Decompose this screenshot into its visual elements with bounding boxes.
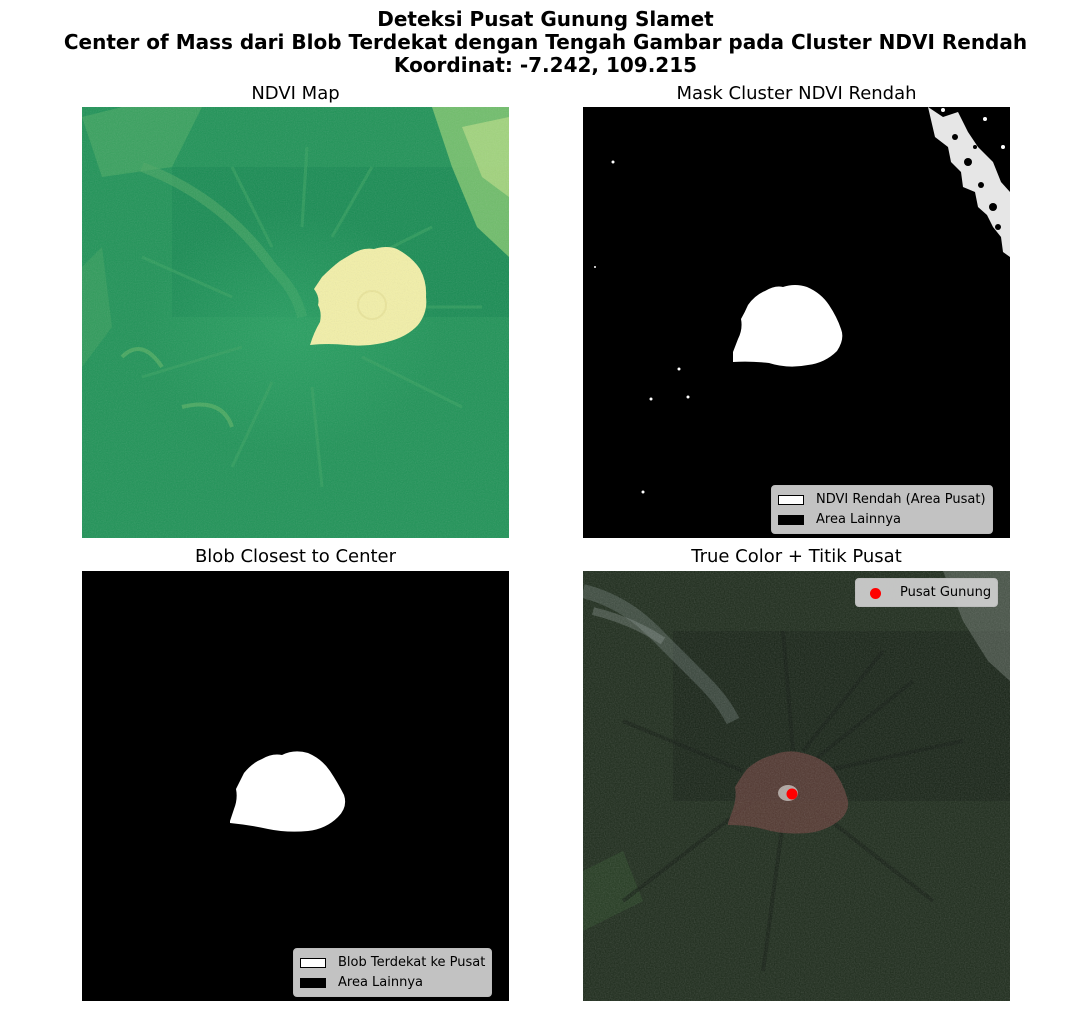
true-color-image	[583, 571, 1010, 1001]
blob-closest-image	[82, 571, 509, 1001]
blob-closest-legend: Blob Terdekat ke Pusat Area Lainnya	[293, 948, 493, 997]
legend-label: Area Lainnya	[338, 975, 424, 990]
figure-title-line-2: Center of Mass dari Blob Terdekat dengan…	[63, 30, 1028, 54]
legend-label: NDVI Rendah (Area Pusat)	[816, 492, 986, 507]
ndvi-map-image	[82, 107, 509, 538]
mask-cluster-title: Mask Cluster NDVI Rendah	[676, 83, 917, 104]
black-swatch-icon	[300, 978, 326, 988]
ndvi-map-title: NDVI Map	[251, 83, 340, 104]
legend-entry-blob-terdekat: Blob Terdekat ke Pusat	[300, 953, 485, 973]
true-color-legend: Pusat Gunung	[855, 578, 999, 607]
legend-label: Blob Terdekat ke Pusat	[338, 955, 486, 970]
true-color-title: True Color + Titik Pusat	[691, 546, 902, 567]
white-swatch-icon	[300, 958, 326, 968]
legend-entry-pusat-gunung: Pusat Gunung	[862, 583, 991, 603]
legend-entry-area-lainnya: Area Lainnya	[300, 973, 485, 993]
center-marker	[786, 788, 798, 800]
legend-entry-area-lainnya: Area Lainnya	[778, 510, 986, 530]
legend-label: Area Lainnya	[816, 512, 902, 527]
blob-closest-title: Blob Closest to Center	[194, 546, 397, 567]
mask-cluster-legend: NDVI Rendah (Area Pusat) Area Lainnya	[771, 485, 993, 534]
mask-cluster-image	[583, 107, 1010, 538]
figure-title-line-3: Koordinat: -7.242, 109.215	[393, 53, 698, 77]
legend-entry-ndvi-rendah: NDVI Rendah (Area Pusat)	[778, 490, 986, 510]
legend-label: Pusat Gunung	[900, 585, 992, 600]
figure-title-line-1: Deteksi Pusat Gunung Slamet	[377, 7, 714, 31]
white-swatch-icon	[778, 495, 804, 505]
red-dot-icon	[869, 587, 881, 599]
black-swatch-icon	[778, 515, 804, 525]
